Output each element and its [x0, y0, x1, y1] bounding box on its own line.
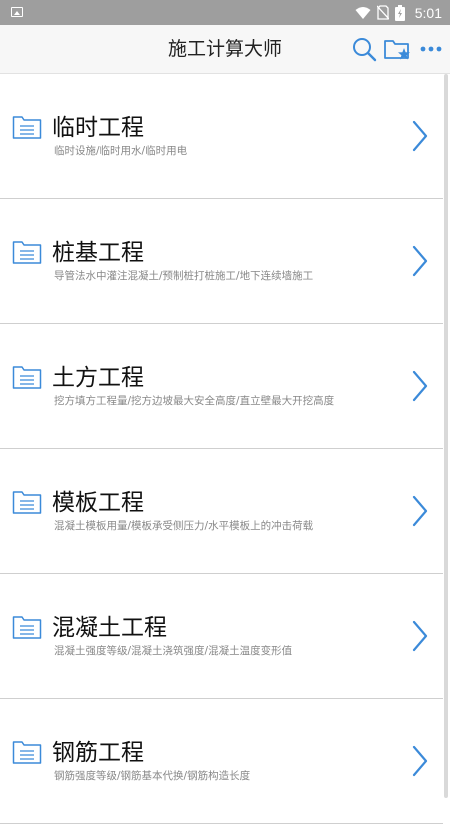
item-subtitle: 混凝土模板用量/模板承受侧压力/水平模板上的冲击荷载	[54, 520, 314, 532]
item-title: 混凝土工程	[52, 615, 167, 641]
folder-list-icon	[12, 616, 42, 639]
wifi-icon	[355, 6, 371, 19]
folder-list-icon	[12, 241, 42, 264]
chevron-right-icon	[412, 120, 428, 152]
scrollbar[interactable]	[444, 74, 448, 798]
chevron-right-icon	[412, 620, 428, 652]
folder-list-icon	[12, 741, 42, 764]
no-sim-icon	[376, 5, 389, 20]
chevron-right-icon	[412, 745, 428, 777]
folder-list-icon	[12, 366, 42, 389]
battery-charging-icon	[394, 4, 405, 21]
category-list: 临时工程 临时设施/临时用水/临时用电 桩基工程 导管法水中灌注混凝土/预制桩打…	[0, 74, 443, 824]
item-subtitle: 混凝土强度等级/混凝土浇筑强度/混凝土温度变形值	[54, 645, 293, 657]
chevron-right-icon	[412, 370, 428, 402]
item-title: 土方工程	[52, 365, 144, 391]
item-title: 桩基工程	[52, 240, 144, 266]
chevron-right-icon	[412, 495, 428, 527]
item-title: 钢筋工程	[52, 740, 144, 766]
list-item-concrete[interactable]: 混凝土工程 混凝土强度等级/混凝土浇筑强度/混凝土温度变形值	[0, 574, 443, 699]
status-bar: 5:01	[0, 0, 450, 25]
more-icon[interactable]	[418, 36, 446, 62]
image-icon	[11, 7, 23, 17]
status-icons: 5:01	[355, 0, 442, 25]
search-icon[interactable]	[351, 36, 379, 62]
list-item-temporary-works[interactable]: 临时工程 临时设施/临时用水/临时用电	[0, 74, 443, 199]
item-subtitle: 临时设施/临时用水/临时用电	[54, 145, 188, 157]
item-title: 模板工程	[52, 490, 144, 516]
item-subtitle: 导管法水中灌注混凝土/预制桩打桩施工/地下连续墙施工	[54, 270, 314, 282]
item-subtitle: 钢筋强度等级/钢筋基本代换/钢筋构造长度	[54, 770, 251, 782]
chevron-right-icon	[412, 245, 428, 277]
list-item-earthworks[interactable]: 土方工程 挖方填方工程量/挖方边坡最大安全高度/直立壁最大开挖高度	[0, 324, 443, 449]
folder-list-icon	[12, 491, 42, 514]
favorites-folder-icon[interactable]	[383, 36, 411, 62]
item-subtitle: 挖方填方工程量/挖方边坡最大安全高度/直立壁最大开挖高度	[54, 395, 335, 407]
app-bar: 施工计算大师	[0, 25, 450, 74]
list-item-rebar[interactable]: 钢筋工程 钢筋强度等级/钢筋基本代换/钢筋构造长度	[0, 699, 443, 824]
clock: 5:01	[414, 4, 442, 21]
list-item-pile-foundation[interactable]: 桩基工程 导管法水中灌注混凝土/预制桩打桩施工/地下连续墙施工	[0, 199, 443, 324]
item-title: 临时工程	[52, 115, 144, 141]
folder-list-icon	[12, 116, 42, 139]
list-item-formwork[interactable]: 模板工程 混凝土模板用量/模板承受侧压力/水平模板上的冲击荷载	[0, 449, 443, 574]
